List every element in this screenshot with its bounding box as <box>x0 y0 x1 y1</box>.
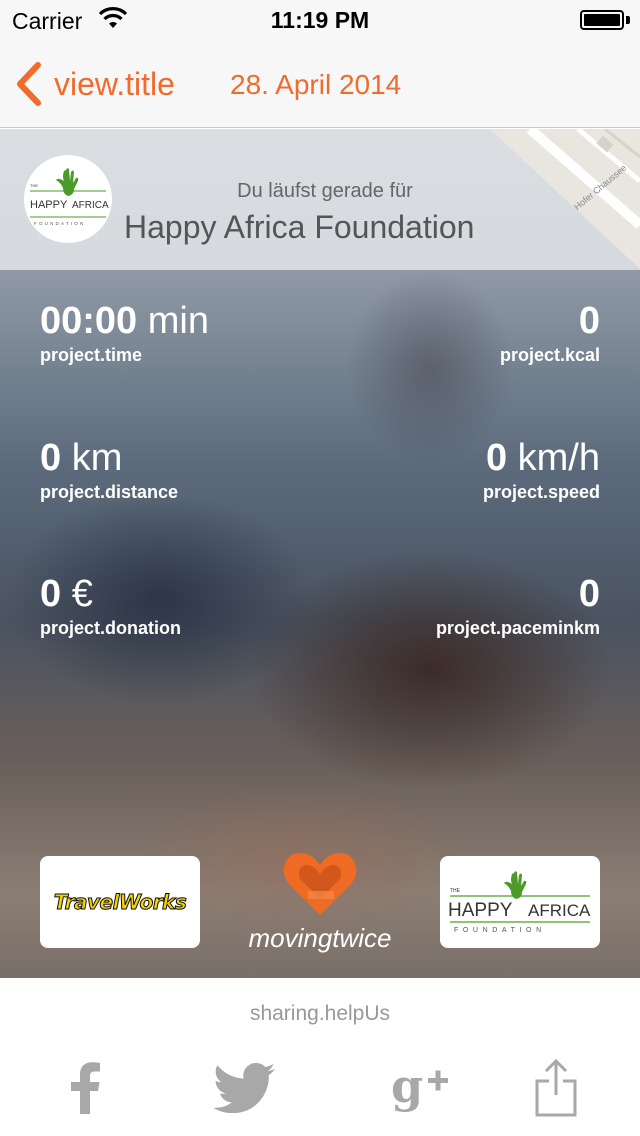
battery-tip <box>626 16 630 24</box>
stat-kcal-value: 0 <box>578 300 600 342</box>
facebook-icon[interactable] <box>60 1058 110 1118</box>
back-button[interactable]: view.title <box>14 60 175 108</box>
stat-speed: 0 km/h project.speed <box>483 436 600 503</box>
stat-time-value: 00:00 <box>40 300 138 342</box>
stat-distance-label: project.distance <box>40 482 179 502</box>
stat-donation-value: 0 <box>40 573 62 615</box>
status-time: 11:19 PM <box>270 7 370 33</box>
run-dashboard: Hofer Chaussee THE HAPPY AFRICA FOUNDATI… <box>0 129 640 978</box>
sponsor-logo-foundation-text: FOUNDATION <box>454 927 546 934</box>
happy-africa-sponsor-logo-icon: THE HAPPY AFRICA FOUNDATION <box>448 871 591 934</box>
sponsor-logo-africa-text: AFRICA <box>528 901 591 920</box>
battery-icon <box>580 10 624 30</box>
sponsor-logo-the-text: THE <box>450 888 461 894</box>
running-for-label: Du läufst gerade für <box>237 180 413 202</box>
movingtwice-logo-text: movingtwice <box>248 923 392 953</box>
stat-donation: 0 € project.donation <box>40 572 181 639</box>
stat-donation-unit: € <box>71 573 93 615</box>
stat-speed-value: 0 <box>485 437 508 479</box>
stat-distance-unit: km <box>71 437 123 479</box>
stat-pace-label: project.paceminkm <box>435 618 600 638</box>
sharing-area: sharing.helpUs g <box>0 978 640 1136</box>
organization-name: Happy Africa Foundation <box>124 209 475 245</box>
stat-distance: 0 km project.distance <box>40 436 178 503</box>
logo-foundation-text: FOUNDATION <box>34 221 85 226</box>
stat-time-unit: min <box>147 300 209 342</box>
stat-speed-label: project.speed <box>482 482 600 502</box>
stat-kcal: 0 project.kcal <box>500 299 600 366</box>
stat-speed-unit: km/h <box>517 437 600 479</box>
travelworks-sponsor-card[interactable]: TravelWorks <box>40 856 200 948</box>
stat-distance-value: 0 <box>40 437 62 479</box>
movingtwice-heart-icon <box>283 853 357 915</box>
sharing-help-text: sharing.helpUs <box>249 1002 391 1025</box>
status-bar: Carrier 11:19 PM <box>0 0 640 40</box>
stat-donation-label: project.donation <box>40 618 181 638</box>
sponsor-logo-happy-text: HAPPY <box>448 900 513 921</box>
stat-pace-value: 0 <box>578 573 600 615</box>
nav-date: 28. April 2014 <box>230 69 402 100</box>
nav-back-title: view.title <box>54 65 175 102</box>
svg-text:g: g <box>391 1062 423 1113</box>
happy-africa-sponsor-card[interactable]: THE HAPPY AFRICA FOUNDATION <box>440 856 600 948</box>
chevron-left-icon <box>17 62 41 106</box>
twitter-icon[interactable] <box>210 1058 280 1118</box>
navigation-bar: view.title 28. April 2014 <box>0 40 640 128</box>
stat-time: 00:00 min project.time <box>40 299 209 366</box>
stat-pace: 0 project.paceminkm <box>436 572 600 639</box>
share-icon[interactable] <box>528 1058 584 1118</box>
stat-time-label: project.time <box>40 345 143 365</box>
stat-kcal-label: project.kcal <box>499 345 600 365</box>
google-plus-icon[interactable]: g <box>385 1058 455 1118</box>
travelworks-logo: TravelWorks <box>53 890 187 915</box>
